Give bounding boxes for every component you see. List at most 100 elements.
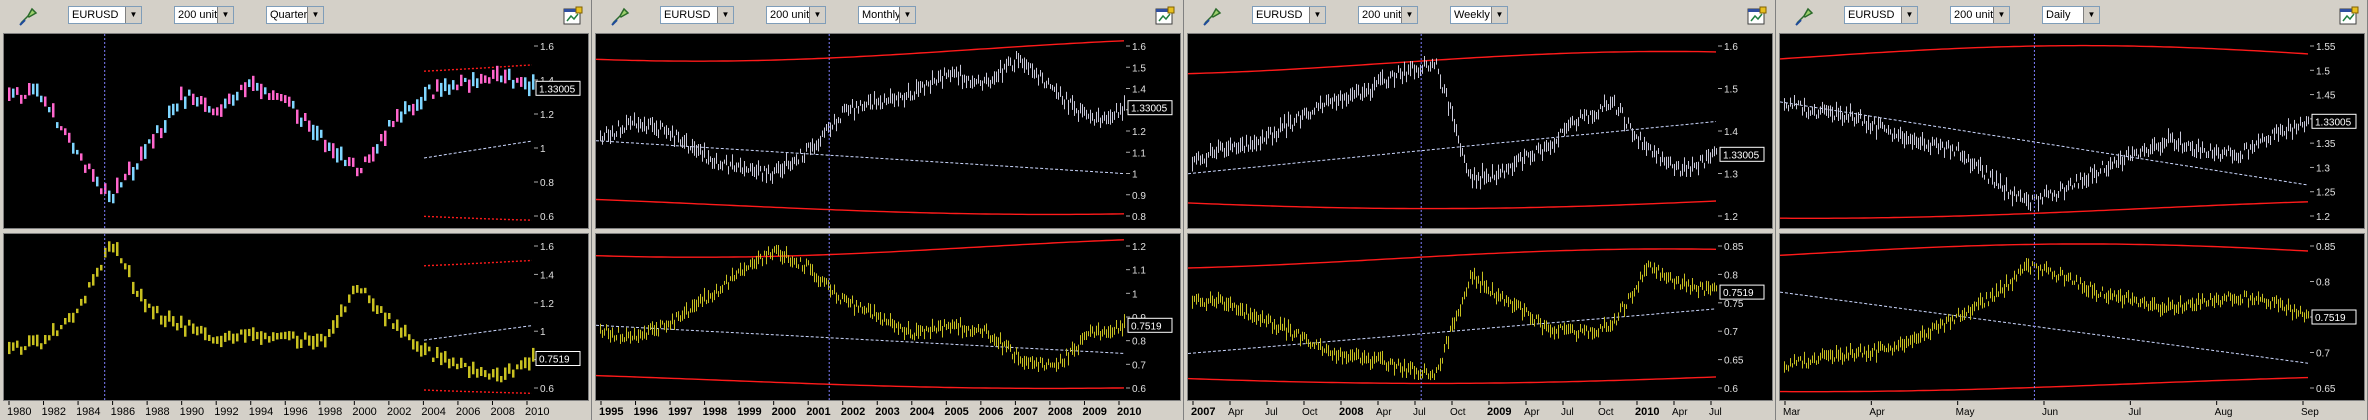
- price-chart-pane[interactable]: 1.61.41.210.80.61.33005: [3, 33, 589, 229]
- price-chart-pane[interactable]: 1.6 1.5 1.4 1.3 1.2 1.33005: [1187, 33, 1773, 229]
- symbol-select[interactable]: EURUSD ▼: [1252, 6, 1326, 24]
- price-candle: [778, 161, 779, 174]
- oscillator-bar: [1956, 313, 1957, 318]
- oscillator-bar: [1552, 327, 1553, 335]
- symbol-select[interactable]: EURUSD ▼: [68, 6, 142, 24]
- oscillator-chart-pane[interactable]: 1.21.110.90.80.70.60.7519: [595, 233, 1181, 401]
- price-candle: [604, 132, 605, 141]
- price-candle: [492, 69, 495, 79]
- period-select[interactable]: Quarterly ▼: [266, 6, 324, 24]
- units-select[interactable]: 200 units ▼: [1950, 6, 2010, 24]
- price-candle: [504, 69, 507, 84]
- oscillator-bar: [1546, 320, 1547, 332]
- price-candle: [758, 160, 759, 176]
- units-select[interactable]: 200 units ▼: [174, 6, 234, 24]
- price-candle: [2084, 172, 2085, 186]
- price-chart-pane[interactable]: 1.61.51.41.31.21.110.90.81.33005: [595, 33, 1181, 229]
- price-chart-pane[interactable]: 1.551.51.451.41.351.31.251.21.33005: [1779, 33, 2365, 229]
- price-candle: [2144, 143, 2145, 157]
- price-candle: [1208, 152, 1209, 158]
- chart-settings-icon[interactable]: [1154, 5, 1176, 27]
- x-axis-tick-label: 2006: [456, 406, 480, 418]
- price-candle: [1534, 153, 1535, 162]
- price-candle: [1902, 131, 1903, 145]
- drawing-tool-icon[interactable]: [18, 5, 40, 27]
- chart-settings-icon[interactable]: [2338, 5, 2360, 27]
- oscillator-bar: [488, 373, 491, 380]
- price-candle: [2014, 186, 2015, 197]
- oscillator-bar: [80, 298, 83, 306]
- price-candle: [1832, 106, 1833, 123]
- period-select[interactable]: Monthly ▼: [858, 6, 916, 24]
- drawing-tool-icon[interactable]: [1202, 5, 1224, 27]
- price-candle: [2128, 146, 2129, 161]
- oscillator-bar: [994, 333, 995, 346]
- price-candle: [1984, 174, 1985, 180]
- oscillator-bar: [868, 302, 869, 313]
- oscillator-bar: [1876, 349, 1877, 363]
- price-candle: [2104, 168, 2105, 173]
- y-axis-tick-label: 0.6: [1132, 384, 1146, 395]
- symbol-select[interactable]: EURUSD ▼: [660, 6, 734, 24]
- y-axis-tick-label: 1.5: [1132, 63, 1146, 74]
- period-select[interactable]: Weekly ▼: [1450, 6, 1508, 24]
- price-candle: [1016, 51, 1017, 60]
- x-axis-tick-label: 1980: [7, 406, 31, 418]
- drawing-tool-icon[interactable]: [1794, 5, 1816, 27]
- oscillator-bar: [2044, 263, 2045, 271]
- price-candle: [1972, 158, 1973, 172]
- chart-settings-icon[interactable]: [562, 5, 584, 27]
- oscillator-bar: [1660, 272, 1661, 281]
- oscillator-bar: [12, 342, 15, 351]
- price-candle: [284, 95, 287, 103]
- price-candle: [1008, 56, 1009, 66]
- oscillator-bar: [1122, 323, 1123, 337]
- oscillator-bar: [2228, 291, 2229, 297]
- x-axis-tick-label: 2006: [979, 406, 1003, 418]
- price-candle: [524, 77, 527, 90]
- oscillator-bar: [704, 287, 705, 302]
- units-select[interactable]: 200 units ▼: [1358, 6, 1418, 24]
- oscillator-bar: [1424, 363, 1425, 373]
- oscillator-chart-pane[interactable]: 0.85 0.8 0.75 0.7 0.65 0.6 0.7519: [1187, 233, 1773, 401]
- oscillator-bar: [2118, 290, 2119, 303]
- x-axis-tick-label: Jul: [2128, 407, 2141, 418]
- price-candle: [986, 72, 987, 85]
- drawing-tool-icon[interactable]: [610, 5, 632, 27]
- price-candle: [1840, 105, 1841, 120]
- oscillator-bar: [1236, 304, 1237, 316]
- price-candle: [1486, 168, 1487, 184]
- oscillator-bar: [890, 313, 891, 327]
- price-candle: [2074, 183, 2075, 188]
- oscillator-bar: [810, 263, 811, 276]
- price-candle: [894, 93, 895, 108]
- price-candle: [1218, 139, 1219, 153]
- price-candle: [1924, 138, 1925, 152]
- price-candle: [652, 117, 653, 133]
- price-candle: [1694, 162, 1695, 168]
- oscillator-bar: [1034, 360, 1035, 369]
- oscillator-bar: [1592, 327, 1593, 340]
- price-candle: [1356, 83, 1357, 98]
- oscillator-chart-pane[interactable]: 0.850.80.750.70.650.7519: [1779, 233, 2365, 401]
- oscillator-bar: [664, 322, 665, 331]
- units-value: 200 units: [1362, 9, 1407, 21]
- oscillator-bar: [2008, 284, 2009, 291]
- units-select[interactable]: 200 units ▼: [766, 6, 826, 24]
- price-candle: [1104, 111, 1105, 121]
- symbol-select[interactable]: EURUSD ▼: [1844, 6, 1918, 24]
- upper-band-line: [596, 40, 1125, 62]
- period-select[interactable]: Daily ▼: [2042, 6, 2100, 24]
- oscillator-bar: [1668, 272, 1669, 283]
- price-candle: [1632, 128, 1633, 143]
- oscillator-bar: [1230, 296, 1231, 308]
- price-candle: [1282, 123, 1283, 132]
- oscillator-bar: [208, 334, 211, 341]
- price-candle: [212, 108, 215, 116]
- oscillator-bar: [1970, 306, 1971, 320]
- oscillator-chart-pane[interactable]: 1.61.41.210.80.60.7519: [3, 233, 589, 401]
- price-candle: [1196, 152, 1197, 165]
- chart-settings-icon[interactable]: [1746, 5, 1768, 27]
- price-candle: [830, 122, 831, 138]
- price-candle: [1860, 109, 1861, 119]
